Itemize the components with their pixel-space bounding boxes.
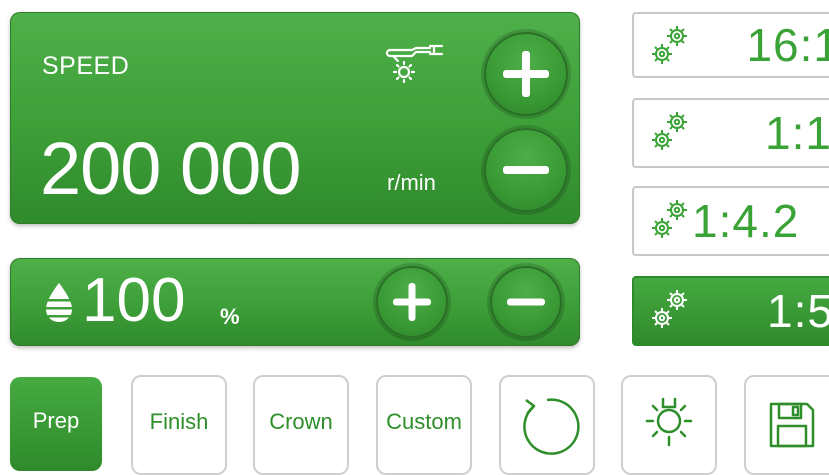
mode-custom-button[interactable]: Custom bbox=[376, 375, 472, 475]
rotation-direction-icon bbox=[523, 398, 580, 455]
minus-icon bbox=[507, 298, 545, 306]
spray-unit: % bbox=[220, 304, 240, 329]
mode-label: Custom bbox=[386, 409, 462, 434]
spray-decrease-button[interactable] bbox=[490, 266, 562, 338]
spray-increase-button[interactable] bbox=[376, 266, 448, 338]
speed-title: SPEED bbox=[42, 52, 130, 80]
rotation-direction-button[interactable] bbox=[499, 375, 595, 475]
spray-value: 100 bbox=[82, 266, 186, 335]
plus-icon bbox=[503, 51, 549, 97]
mode-label: Crown bbox=[269, 409, 333, 434]
spray-panel: 100 % bbox=[10, 258, 580, 346]
mode-label: Finish bbox=[149, 409, 209, 434]
speed-increase-button[interactable] bbox=[484, 32, 568, 116]
gear-ratio-1-1[interactable]: 1:1 bbox=[632, 98, 829, 168]
mode-label: Prep bbox=[32, 408, 80, 433]
gears-icon bbox=[648, 22, 694, 73]
gear-ratio-1-5[interactable]: 1:5 bbox=[632, 276, 829, 346]
gear-ratio-16-1[interactable]: 16:1 bbox=[632, 12, 829, 78]
plus-icon bbox=[393, 283, 431, 321]
gear-ratio-label: 16:1 bbox=[746, 19, 829, 71]
gears-icon bbox=[648, 196, 694, 247]
mode-prep-button[interactable]: Prep bbox=[10, 377, 102, 471]
light-bulb-icon bbox=[645, 397, 693, 447]
gear-ratio-label: 1:5 bbox=[767, 285, 829, 337]
speed-value: 200 000 bbox=[40, 127, 301, 210]
save-button[interactable] bbox=[744, 375, 829, 475]
gear-ratio-1-4-2[interactable]: 1:4.2 bbox=[632, 186, 829, 256]
save-icon bbox=[769, 402, 815, 448]
light-button[interactable] bbox=[621, 375, 717, 475]
gears-icon bbox=[648, 108, 694, 159]
water-drop-icon bbox=[44, 281, 74, 328]
minus-icon bbox=[503, 166, 549, 174]
gears-icon bbox=[648, 286, 694, 337]
gear-ratio-label: 1:1 bbox=[765, 107, 829, 159]
gear-ratio-label: 1:4.2 bbox=[692, 195, 800, 247]
speed-unit: r/min bbox=[387, 170, 436, 195]
handpiece-light-icon bbox=[382, 42, 448, 101]
mode-finish-button[interactable]: Finish bbox=[131, 375, 227, 475]
speed-panel: SPEED 200 000 r/min bbox=[10, 12, 580, 224]
speed-decrease-button[interactable] bbox=[484, 128, 568, 212]
mode-crown-button[interactable]: Crown bbox=[253, 375, 349, 475]
